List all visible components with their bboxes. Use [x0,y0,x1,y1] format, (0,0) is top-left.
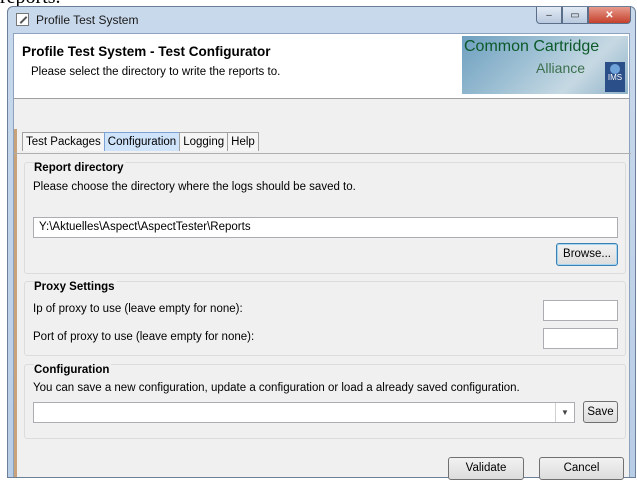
tab-help[interactable]: Help [227,132,259,151]
proxy-ip-input[interactable] [543,300,618,321]
browse-button[interactable]: Browse... [556,243,618,266]
app-pencil-icon [16,13,29,26]
close-button[interactable]: ✕ [588,7,631,24]
tab-configuration[interactable]: Configuration [103,132,181,151]
configuration-description: You can save a new configuration, update… [33,382,520,394]
proxy-settings-title: Proxy Settings [34,281,117,293]
proxy-port-label: Port of proxy to use (leave empty for no… [33,331,255,343]
page-subtitle: Please select the directory to write the… [31,66,281,78]
logo-line2: Alliance [536,60,586,76]
proxy-settings-group: Proxy Settings Ip of proxy to use (leave… [24,281,626,356]
proxy-ip-label: Ip of proxy to use (leave empty for none… [33,303,243,315]
report-directory-description: Please choose the directory where the lo… [33,181,356,193]
configuration-title: Configuration [34,364,112,376]
save-button[interactable]: Save [583,401,618,423]
cancel-button[interactable]: Cancel [539,457,624,480]
report-directory-title: Report directory [34,162,126,174]
window-controls: – ▭ ✕ [536,7,631,25]
page-title: Profile Test System - Test Configurator [22,44,271,59]
proxy-port-input[interactable] [543,328,618,349]
report-path-field[interactable]: Y:\Aktuelles\Aspect\AspectTester\Reports [33,217,618,238]
chevron-down-icon[interactable]: ▼ [555,403,574,422]
client-area: Profile Test System - Test Configurator … [13,33,631,480]
header-banner: Profile Test System - Test Configurator … [14,34,629,99]
tab-bar: Test Packages Configuration Logging Help [22,132,259,151]
common-cartridge-logo: Common Cartridge Alliance IMS [462,36,628,94]
configuration-combo[interactable]: ▼ [33,402,575,423]
tab-logging[interactable]: Logging [179,132,229,151]
window-title: Profile Test System [36,13,139,27]
tab-test-packages[interactable]: Test Packages [22,132,105,151]
maximize-button[interactable]: ▭ [562,7,588,24]
ims-globe-icon: IMS [605,62,625,92]
report-directory-group: Report directory Please choose the direc… [24,162,626,274]
app-window: Profile Test System – ▭ ✕ Profile Test S… [7,6,636,480]
validate-button[interactable]: Validate [448,457,524,480]
logo-line1: Common Cartridge [464,38,600,55]
configuration-group: Configuration You can save a new configu… [24,364,626,439]
title-bar[interactable]: Profile Test System – ▭ ✕ [8,7,635,33]
minimize-button[interactable]: – [536,7,562,24]
ims-badge-label: IMS [607,73,623,82]
configuration-panel: Report directory Please choose the direc… [14,153,631,454]
